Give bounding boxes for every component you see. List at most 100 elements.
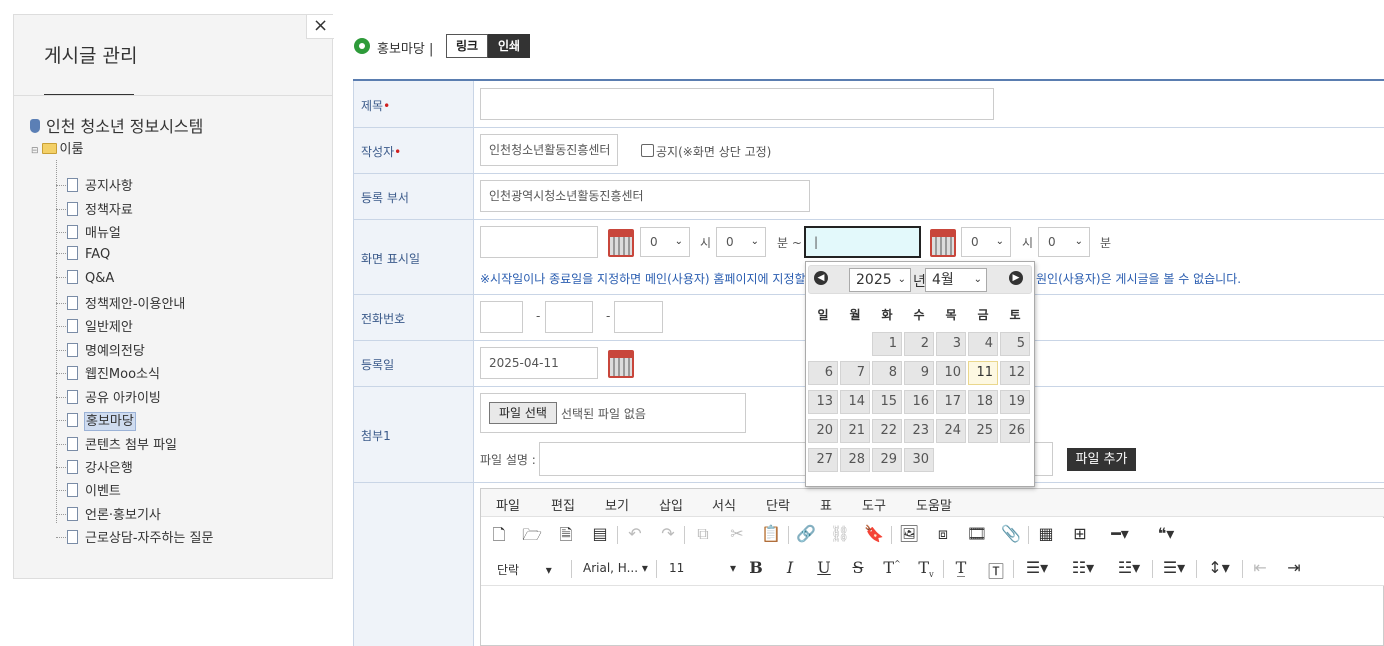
block-format-select[interactable]: 단락 ▾ — [497, 561, 552, 578]
underline-icon[interactable]: U — [813, 558, 835, 577]
indent-icon[interactable]: ⇥ — [1283, 558, 1305, 577]
numbered-list-icon[interactable]: ☷▾ — [1066, 558, 1100, 577]
calendar-day[interactable]: 14 — [840, 390, 870, 414]
calendar-day[interactable]: 6 — [808, 361, 838, 385]
tree-item-qna[interactable]: Q&A — [56, 270, 115, 290]
calendar-day[interactable]: 5 — [1000, 332, 1030, 356]
end-hour-select[interactable]: 0 ⌄ — [961, 227, 1011, 257]
menu-file[interactable]: 파일 — [496, 495, 520, 514]
file-select-button[interactable]: 파일 선택 — [489, 402, 557, 424]
image-icon[interactable]: 🖼 — [898, 524, 920, 543]
calendar-icon[interactable] — [930, 229, 956, 257]
italic-icon[interactable]: I — [779, 558, 801, 577]
calendar-day[interactable]: 22 — [872, 419, 902, 443]
menu-tools[interactable]: 도구 — [862, 495, 886, 514]
phone-part3-input[interactable] — [614, 301, 663, 333]
tree-item-promotion[interactable]: 홍보마당 — [56, 410, 136, 431]
calendar-day[interactable]: 10 — [936, 361, 966, 385]
author-input[interactable]: 인천청소년활동진흥센터 — [480, 134, 618, 166]
bookmark-icon[interactable]: 🔖 — [863, 524, 885, 543]
paste-icon[interactable]: 📋 — [760, 524, 782, 543]
bullet-list-icon[interactable]: ☰▾ — [1020, 558, 1054, 577]
calendar-day[interactable]: 4 — [968, 332, 998, 356]
tree-item-press[interactable]: 언론·홍보기사 — [56, 504, 162, 524]
video-icon[interactable]: 🎞 — [966, 524, 988, 543]
end-minute-select[interactable]: 0 ⌄ — [1038, 227, 1090, 257]
calendar-day[interactable]: 23 — [904, 419, 934, 443]
start-date-input[interactable] — [480, 226, 598, 258]
align-icon[interactable]: ☰▾ — [1157, 558, 1191, 577]
tree-item-faq[interactable]: FAQ — [56, 246, 111, 266]
quote-icon[interactable]: ❝▾ — [1150, 524, 1182, 543]
table-icon[interactable]: ▦ — [1035, 524, 1057, 543]
menu-insert[interactable]: 삽입 — [659, 495, 683, 514]
calendar-day[interactable]: 17 — [936, 390, 966, 414]
subject-input[interactable] — [480, 88, 994, 120]
next-month-icon[interactable]: ▶ — [1009, 271, 1023, 285]
month-select[interactable]: 4월 ⌄ — [925, 268, 987, 292]
year-select[interactable]: 2025 ⌄ — [849, 268, 911, 292]
calendar-day[interactable]: 1 — [872, 332, 902, 356]
menu-edit[interactable]: 편집 — [551, 495, 575, 514]
menu-view[interactable]: 보기 — [605, 495, 629, 514]
tree-root[interactable]: 인천 청소년 정보시스템 — [30, 113, 203, 137]
calendar-day[interactable]: 8 — [872, 361, 902, 385]
file-add-button[interactable]: 파일 추가 — [1067, 448, 1136, 471]
start-hour-select[interactable]: 0 ⌄ — [640, 227, 690, 257]
calendar-day[interactable]: 3 — [936, 332, 966, 356]
link-icon[interactable]: 🔗 — [795, 524, 817, 543]
calendar-day[interactable]: 16 — [904, 390, 934, 414]
copy-icon[interactable]: ⧉ — [692, 524, 714, 544]
calendar-day[interactable]: 12 — [1000, 361, 1030, 385]
tree-item-labor-faq[interactable]: 근로상담-자주하는 질문 — [56, 527, 214, 547]
font-size-select[interactable]: 11 ▾ — [669, 561, 736, 575]
calendar-day[interactable]: 15 — [872, 390, 902, 414]
preview-icon[interactable]: ▤ — [589, 524, 611, 543]
tree-item-webzine[interactable]: 웹진Moo소식 — [56, 363, 161, 383]
menu-help[interactable]: 도움말 — [916, 495, 952, 514]
redo-icon[interactable]: ↷ — [657, 524, 679, 543]
phone-part2-input[interactable] — [545, 301, 593, 333]
calendar-day[interactable]: 7 — [840, 361, 870, 385]
insert-box-icon[interactable]: ⊞ — [1069, 524, 1091, 543]
cut-icon[interactable]: ✂ — [726, 524, 748, 543]
undo-icon[interactable]: ↶ — [624, 524, 646, 543]
tree-item-content-files[interactable]: 콘텐츠 첨부 파일 — [56, 434, 178, 454]
horizontal-rule-icon[interactable]: ━▾ — [1104, 524, 1136, 543]
calendar-day[interactable]: 20 — [808, 419, 838, 443]
tree-item-manual[interactable]: 매뉴얼 — [56, 222, 122, 242]
link-button[interactable]: 링크 — [446, 34, 488, 58]
calendar-day-today[interactable]: 11 — [968, 361, 998, 385]
prev-month-icon[interactable]: ◀ — [814, 271, 828, 285]
menu-table[interactable]: 표 — [820, 495, 832, 514]
calendar-day[interactable]: 9 — [904, 361, 934, 385]
text-color-icon[interactable]: T̲ — [950, 558, 972, 577]
menu-format[interactable]: 서식 — [712, 495, 736, 514]
multi-image-icon[interactable]: ⧈ — [932, 524, 954, 544]
end-date-input[interactable]: | — [804, 226, 921, 258]
calendar-day[interactable]: 18 — [968, 390, 998, 414]
tree-folder[interactable]: ⊟ 이룸 — [31, 138, 83, 157]
subscript-icon[interactable]: Tv — [915, 558, 937, 579]
calendar-day[interactable]: 29 — [872, 448, 902, 472]
calendar-day[interactable]: 21 — [840, 419, 870, 443]
outdent-icon[interactable]: ⇤ — [1249, 558, 1271, 577]
collapse-icon[interactable]: ⊟ — [31, 146, 39, 156]
calendar-day[interactable]: 30 — [904, 448, 934, 472]
tree-item-proposal-guide[interactable]: 정책제안-이용안내 — [56, 293, 186, 313]
tree-item-event[interactable]: 이벤트 — [56, 480, 122, 500]
template-icon[interactable]: 🗎 — [555, 524, 577, 551]
open-folder-icon[interactable]: 🗁 — [521, 524, 543, 551]
calendar-day[interactable]: 26 — [1000, 419, 1030, 443]
tree-item-hall-of-fame[interactable]: 명예의전당 — [56, 340, 146, 360]
line-height-icon[interactable]: ↕▾ — [1202, 558, 1236, 577]
calendar-day[interactable]: 19 — [1000, 390, 1030, 414]
unlink-icon[interactable]: ⛓ — [829, 524, 851, 543]
font-family-select[interactable]: Arial, H... ▾ — [583, 561, 648, 575]
calendar-day[interactable]: 13 — [808, 390, 838, 414]
tree-item-policy[interactable]: 정책자료 — [56, 199, 134, 219]
menu-paragraph[interactable]: 단락 — [766, 495, 790, 514]
calendar-day[interactable]: 27 — [808, 448, 838, 472]
calendar-day[interactable]: 2 — [904, 332, 934, 356]
dept-input[interactable]: 인천광역시청소년활동진흥센터 — [480, 180, 810, 212]
